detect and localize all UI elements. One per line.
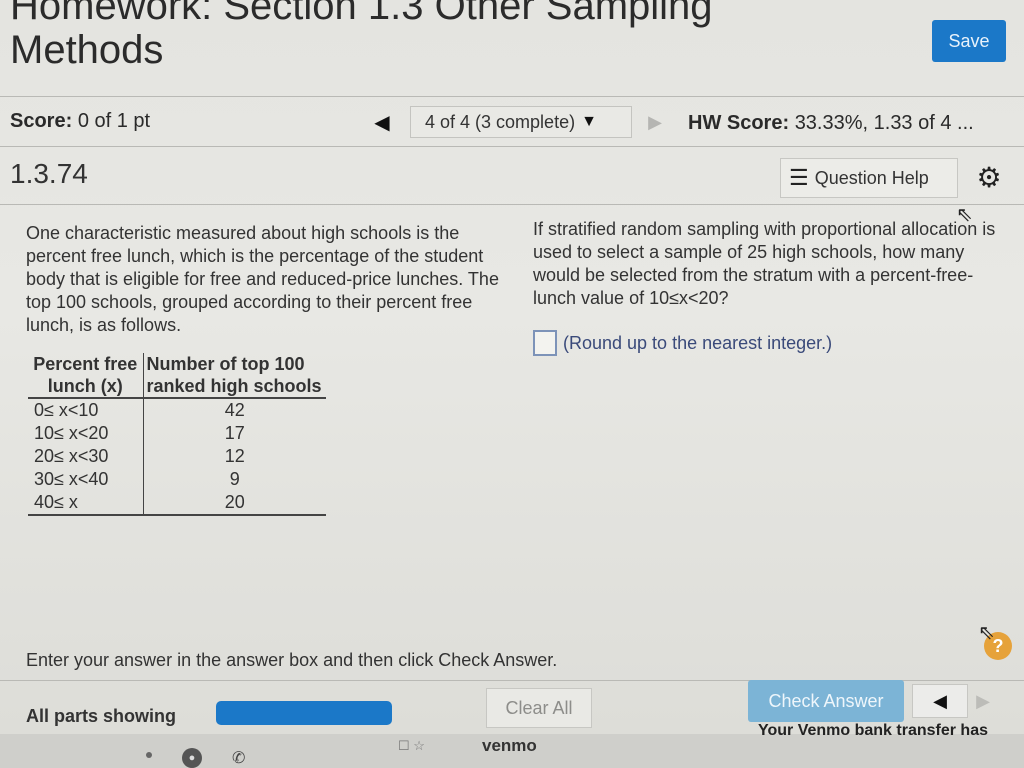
table-row: 10≤ x<20 17 (28, 422, 326, 445)
answer-note: (Round up to the nearest integer.) (563, 332, 833, 353)
range-cell: 10≤ x<20 (28, 422, 144, 445)
venmo-label[interactable]: venmo (482, 736, 537, 756)
previous-question-button[interactable]: ◀ (362, 108, 402, 136)
save-button[interactable]: Save (932, 20, 1006, 62)
count-cell: 42 (224, 400, 245, 420)
table-header-percent-sub: lunch (x) (28, 375, 144, 399)
range-cell: 0≤ x<10 (28, 398, 144, 422)
divider (0, 204, 1024, 205)
mouse-cursor-icon: ⇖ (956, 204, 973, 226)
triangle-right-icon: ▶ (648, 111, 662, 132)
count-cell: 12 (224, 446, 245, 466)
divider (0, 146, 1024, 147)
count-cell: 20 (143, 491, 326, 516)
question-position: 4 of 4 (3 complete) (425, 111, 576, 132)
count-cell: 17 (224, 423, 245, 443)
next-part-button[interactable]: ▶ (968, 684, 998, 718)
answer-input[interactable] (533, 330, 557, 356)
page-title-line1: Homework: Section 1.3 Other Sampling (10, 0, 713, 28)
app-icons: ☐ ☆ (398, 738, 425, 753)
table-header-count: Number of top 100 (146, 354, 305, 374)
question-selector[interactable]: 4 of 4 (3 complete) ▼ (410, 106, 632, 138)
table-header-percent: Percent free (28, 353, 144, 375)
page-title-line2: Methods (10, 28, 164, 72)
question-help-button[interactable]: ☰ Question Help (780, 158, 958, 198)
hw-score-label: HW Score: (688, 112, 790, 134)
next-question-button[interactable]: ▶ (640, 108, 670, 136)
triangle-left-icon: ◀ (374, 111, 390, 134)
parts-showing-label: All parts showing (26, 706, 177, 726)
phone-icon[interactable]: ✆ (232, 748, 245, 768)
table-header-count-sub: ranked high schools (143, 375, 326, 399)
notification-banner[interactable]: Your Venmo bank transfer has (758, 722, 988, 740)
score-label: Score: (10, 110, 73, 132)
data-table: Percent free Number of top 100 lunch (x)… (28, 353, 326, 516)
hw-score-value: 33.33%, 1.33 of 4 ... (794, 112, 974, 134)
previous-part-button[interactable]: ◀ (912, 684, 968, 718)
parts-progress-bar (216, 701, 392, 725)
range-cell: 20≤ x<30 (28, 445, 144, 468)
dot-icon (146, 752, 152, 758)
answer-row: (Round up to the nearest integer.) (533, 330, 832, 356)
list-icon: ☰ (789, 165, 809, 190)
range-cell: 40≤ x (28, 491, 144, 516)
score: Score: 0 of 1 pt (10, 110, 150, 133)
chat-icon[interactable]: ● (182, 748, 202, 768)
question-number: 1.3.74 (10, 158, 88, 189)
page-title: Homework: Section 1.3 Other Sampling Met… (10, 0, 870, 72)
check-answer-button[interactable]: Check Answer (748, 680, 904, 722)
screen: Homework: Section 1.3 Other Sampling Met… (0, 0, 1024, 768)
table-row: 0≤ x<10 42 (28, 398, 326, 422)
range-cell: 30≤ x<40 (28, 468, 144, 491)
table-row: 20≤ x<30 12 (28, 445, 326, 468)
gear-icon[interactable]: ⚙ (972, 160, 1006, 194)
clear-all-button[interactable]: Clear All (486, 688, 592, 728)
divider (0, 96, 1024, 97)
hw-score: HW Score: 33.33%, 1.33 of 4 ... (688, 112, 974, 135)
table-row: 30≤ x<40 9 (28, 468, 326, 491)
triangle-right-icon: ▶ (976, 690, 990, 711)
question-text-right: If stratified random sampling with propo… (533, 219, 996, 308)
mouse-cursor-icon: ⇖ (978, 622, 995, 644)
instruction-text: Enter your answer in the answer box and … (26, 650, 558, 670)
triangle-left-icon: ◀ (933, 690, 947, 711)
question-text-left: One characteristic measured about high s… (26, 223, 499, 335)
score-value: 0 of 1 pt (77, 110, 151, 132)
caret-down-icon: ▼ (581, 113, 597, 130)
count-cell: 9 (229, 469, 240, 489)
question-help-label: Question Help (814, 167, 929, 188)
table-row: 40≤ x 20 (28, 491, 326, 516)
